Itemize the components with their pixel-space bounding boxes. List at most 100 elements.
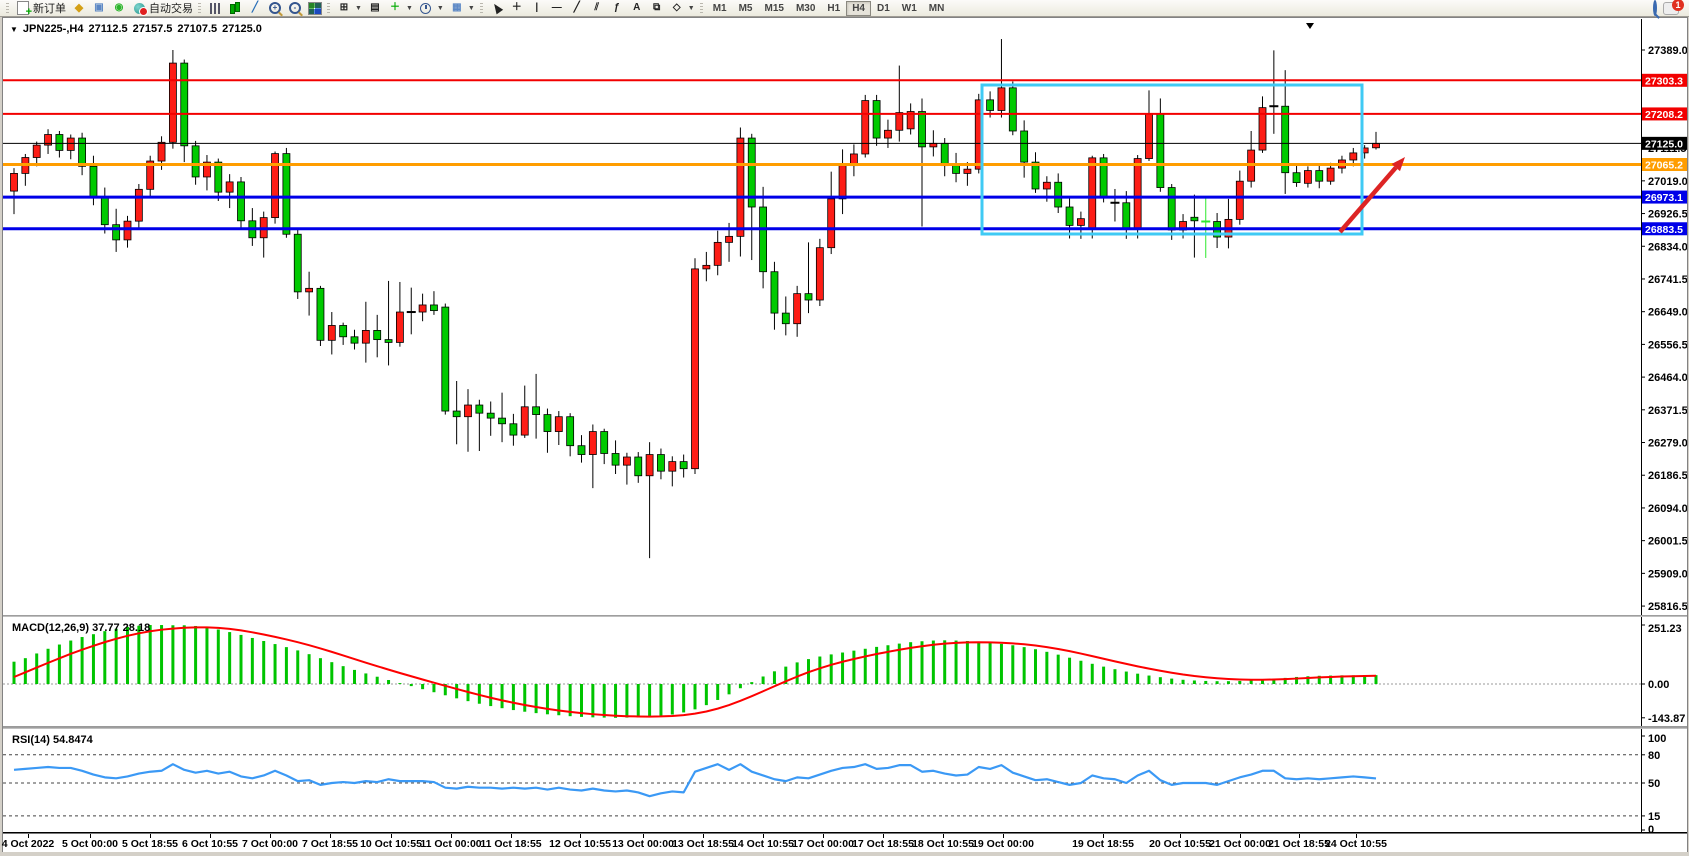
terminal-button[interactable]: ▣	[89, 1, 109, 16]
macd-panel[interactable]: 251.230.00-143.87MACD(12,26,9) 37.77 28.…	[3, 617, 1687, 727]
tile-windows-button[interactable]	[305, 1, 325, 16]
candle-body	[669, 462, 676, 472]
y-axis-tick-label: 27019.0	[1648, 176, 1687, 188]
y-axis-tick-label: 26371.5	[1648, 405, 1687, 417]
price-level-badge-label: 27208.2	[1645, 109, 1683, 121]
vertical-line-tool-button[interactable]: |	[527, 1, 547, 16]
new-chart-icon: ⊞	[337, 2, 351, 15]
y-axis-tick-label: 26649.0	[1648, 307, 1687, 319]
chart-symbol-period: JPN225-,H4	[23, 23, 84, 35]
price-level-badge-label: 26973.1	[1645, 192, 1683, 204]
shapes-tool-button[interactable]: ◇▼	[667, 1, 698, 16]
macd-label: MACD(12,26,9) 37.77 28.18	[12, 622, 150, 634]
candle-body	[794, 294, 801, 324]
candle-body	[351, 337, 358, 343]
candle-body	[1191, 217, 1198, 221]
auto-trading-button[interactable]: 自动交易	[129, 1, 196, 16]
y-axis-tick-label: 26834.0	[1648, 241, 1687, 253]
timeframe-W1[interactable]: W1	[896, 1, 923, 16]
candle-body	[657, 455, 664, 472]
timeframe-M15[interactable]: M15	[759, 1, 790, 16]
candle-body	[544, 415, 551, 432]
candle-body	[56, 135, 63, 151]
time-axis[interactable]: 4 Oct 20225 Oct 00:005 Oct 18:556 Oct 10…	[3, 833, 1687, 852]
signals-icon: ◉	[112, 2, 126, 15]
y-axis-tick-label: 27389.0	[1648, 45, 1687, 57]
toolbar-grip[interactable]	[6, 3, 9, 14]
toolbar-grip[interactable]	[700, 3, 703, 14]
candle-body	[601, 432, 608, 454]
chevron-down-icon[interactable]: ▼	[10, 25, 18, 34]
line-chart-button[interactable]: ╱	[245, 1, 265, 16]
candle-body	[226, 182, 233, 192]
timeframe-M30[interactable]: M30	[790, 1, 821, 16]
timeframe-H1[interactable]: H1	[821, 1, 846, 16]
candle-body	[476, 405, 483, 413]
signals-button[interactable]: ◉	[109, 1, 129, 16]
search-button[interactable]	[1653, 2, 1657, 14]
toolbar-grip[interactable]	[327, 3, 330, 14]
timeframe-MN[interactable]: MN	[923, 1, 951, 16]
zoom-in-button[interactable]: +	[265, 1, 285, 16]
horizontal-line-tool-button[interactable]: —	[547, 1, 567, 16]
crosshair-tool-button[interactable]: ＋	[507, 1, 527, 16]
periods-button[interactable]: ▼	[416, 1, 447, 16]
bar-chart-button[interactable]	[205, 1, 225, 16]
y-axis-tick-label: 25909.0	[1648, 568, 1687, 580]
new-order-button[interactable]: 新订单	[13, 1, 69, 16]
candle-body	[1055, 182, 1062, 207]
candle-body	[623, 457, 630, 465]
candle-body	[238, 182, 245, 221]
zoom-out-button[interactable]: -	[285, 1, 305, 16]
notifications-button[interactable]: 1	[1663, 2, 1679, 15]
chart-shift-marker[interactable]	[1306, 23, 1314, 29]
cursor-tool-button[interactable]	[487, 1, 507, 16]
candle-body	[340, 325, 347, 336]
main-price-chart[interactable]: 27389.027296.527204.027111.527019.026926…	[3, 19, 1687, 615]
channel-tool-button[interactable]: ⫽	[587, 1, 607, 16]
time-axis-label: 17 Oct 18:55	[852, 838, 914, 850]
market-depth-icon: ◆	[72, 2, 86, 15]
time-axis-label: 14 Oct 10:55	[732, 838, 794, 850]
new-chart-button[interactable]: ⊞▼	[334, 1, 365, 16]
candle-body	[703, 265, 710, 269]
drawn-arrow[interactable]	[1340, 168, 1396, 232]
timeframe-M5[interactable]: M5	[733, 1, 759, 16]
candle-body	[306, 288, 313, 292]
templates-button[interactable]: ▦▼	[447, 1, 478, 16]
fibonacci-tool-button[interactable]: ƒ	[607, 1, 627, 16]
time-axis-label: 21 Oct 18:55	[1268, 838, 1330, 850]
price-level-badge-label: 27065.2	[1645, 160, 1683, 172]
candle-body	[33, 145, 40, 157]
candlestick-chart-button[interactable]	[225, 1, 245, 16]
timeframe-M1[interactable]: M1	[707, 1, 733, 16]
line-chart-icon: ╱	[248, 2, 262, 15]
candle-body	[90, 166, 97, 196]
candle-body	[873, 101, 880, 138]
text-icon: A	[630, 2, 644, 15]
toolbar-grip[interactable]	[198, 3, 201, 14]
candle-body	[192, 146, 199, 177]
label-tool-button[interactable]: ⧉	[647, 1, 667, 16]
timeframe-D1[interactable]: D1	[871, 1, 896, 16]
toolbar-grip[interactable]	[480, 3, 483, 14]
candle-body	[79, 138, 86, 166]
rsi-panel[interactable]: 1008050150RSI(14) 54.8474	[3, 729, 1687, 833]
candle-body	[862, 101, 869, 154]
rsi-axis-label: 50	[1648, 778, 1660, 790]
text-tool-button[interactable]: A	[627, 1, 647, 16]
candle-body	[930, 143, 937, 147]
candle-body	[555, 417, 562, 432]
indicators-button[interactable]: ＋▼	[385, 1, 416, 16]
timeframe-H4[interactable]: H4	[846, 1, 871, 16]
candle-body	[1032, 162, 1039, 189]
profiles-button[interactable]: ▤	[365, 1, 385, 16]
candle-body	[510, 424, 517, 435]
time-axis-label: 11 Oct 00:00	[420, 838, 481, 850]
candle-body	[1157, 114, 1164, 188]
time-axis-label: 17 Oct 00:00	[792, 838, 854, 850]
candle-body	[1123, 203, 1130, 228]
trendline-tool-button[interactable]: ╱	[567, 1, 587, 16]
market-depth-button[interactable]: ◆	[69, 1, 89, 16]
candle-body	[884, 130, 891, 138]
